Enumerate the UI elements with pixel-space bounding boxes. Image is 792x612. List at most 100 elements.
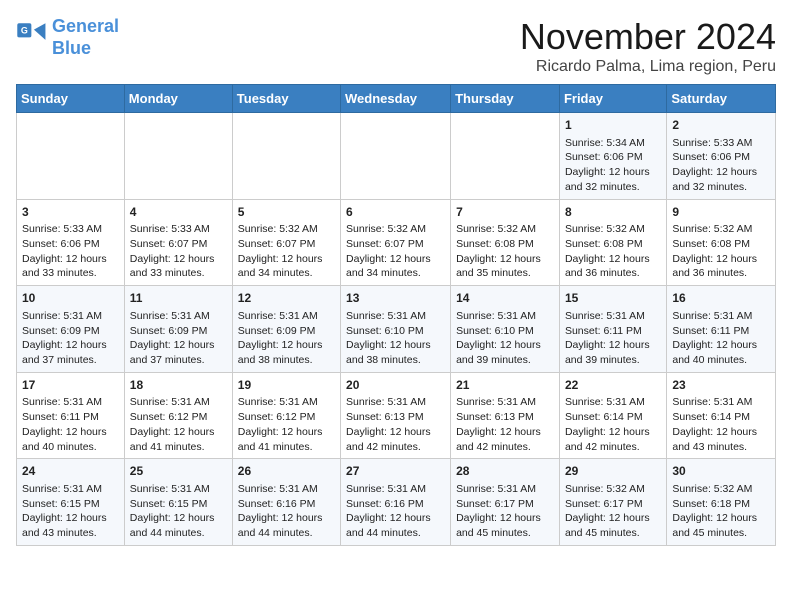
calendar-cell: 27Sunrise: 5:31 AMSunset: 6:16 PMDayligh… (341, 459, 451, 546)
calendar-cell: 6Sunrise: 5:32 AMSunset: 6:07 PMDaylight… (341, 199, 451, 286)
day-info: Sunrise: 5:32 AM (238, 222, 335, 237)
day-info: Sunset: 6:15 PM (22, 497, 119, 512)
day-info: Daylight: 12 hours and 34 minutes. (238, 252, 335, 281)
day-number: 23 (672, 377, 770, 394)
day-header-tuesday: Tuesday (232, 85, 340, 113)
day-info: Daylight: 12 hours and 38 minutes. (346, 338, 445, 367)
calendar-cell: 17Sunrise: 5:31 AMSunset: 6:11 PMDayligh… (17, 372, 125, 459)
day-info: Sunset: 6:12 PM (238, 410, 335, 425)
day-info: Daylight: 12 hours and 35 minutes. (456, 252, 554, 281)
day-info: Sunrise: 5:32 AM (565, 482, 661, 497)
calendar-cell: 1 Sunrise: 5:34 AMSunset: 6:06 PMDaylight… (559, 113, 666, 200)
calendar-cell: 22Sunrise: 5:31 AMSunset: 6:14 PMDayligh… (559, 372, 666, 459)
calendar-cell: 10Sunrise: 5:31 AMSunset: 6:09 PMDayligh… (17, 286, 125, 373)
calendar-cell: 8Sunrise: 5:32 AMSunset: 6:08 PMDaylight… (559, 199, 666, 286)
calendar-cell: 23Sunrise: 5:31 AMSunset: 6:14 PMDayligh… (667, 372, 776, 459)
day-number: 20 (346, 377, 445, 394)
day-number: 29 (565, 463, 661, 480)
day-info: Sunrise: 5:33 AM (672, 136, 770, 151)
day-info: Daylight: 12 hours and 39 minutes. (565, 338, 661, 367)
day-info: Sunrise: 5:31 AM (672, 395, 770, 410)
day-info: Sunrise: 5:31 AM (565, 309, 661, 324)
day-info: Sunset: 6:10 PM (456, 324, 554, 339)
day-number: 25 (130, 463, 227, 480)
calendar-cell: 25Sunrise: 5:31 AMSunset: 6:15 PMDayligh… (124, 459, 232, 546)
calendar-cell: 14Sunrise: 5:31 AMSunset: 6:10 PMDayligh… (451, 286, 560, 373)
day-info: Sunset: 6:18 PM (672, 497, 770, 512)
calendar-cell (451, 113, 560, 200)
day-info: Sunset: 6:12 PM (130, 410, 227, 425)
day-info: Sunset: 6:09 PM (238, 324, 335, 339)
day-number: 24 (22, 463, 119, 480)
logo-line2: Blue (52, 38, 91, 58)
day-info: Sunset: 6:16 PM (346, 497, 445, 512)
day-info: Sunset: 6:06 PM (565, 150, 661, 165)
calendar-table: SundayMondayTuesdayWednesdayThursdayFrid… (16, 84, 776, 546)
calendar-cell: 3Sunrise: 5:33 AMSunset: 6:06 PMDaylight… (17, 199, 125, 286)
day-info: Sunset: 6:07 PM (346, 237, 445, 252)
calendar-cell: 4Sunrise: 5:33 AMSunset: 6:07 PMDaylight… (124, 199, 232, 286)
day-number: 4 (130, 204, 227, 221)
day-number: 15 (565, 290, 661, 307)
calendar-cell: 19Sunrise: 5:31 AMSunset: 6:12 PMDayligh… (232, 372, 340, 459)
day-info: Sunset: 6:08 PM (565, 237, 661, 252)
calendar-cell: 30Sunrise: 5:32 AMSunset: 6:18 PMDayligh… (667, 459, 776, 546)
page-header: G General Blue November 2024 Ricardo Pal… (16, 16, 776, 76)
day-info: Daylight: 12 hours and 32 minutes. (565, 165, 661, 194)
day-number: 12 (238, 290, 335, 307)
calendar-week-row: 1Sunrise: 5:34 AMSunset: 6:06 PMDaylight… (17, 113, 776, 200)
day-info: Sunset: 6:14 PM (565, 410, 661, 425)
calendar-cell: 28Sunrise: 5:31 AMSunset: 6:17 PMDayligh… (451, 459, 560, 546)
day-number: 1 (565, 117, 661, 134)
day-info: Sunset: 6:08 PM (456, 237, 554, 252)
calendar-cell: 20Sunrise: 5:31 AMSunset: 6:13 PMDayligh… (341, 372, 451, 459)
day-info: Daylight: 12 hours and 44 minutes. (346, 511, 445, 540)
day-info: Sunrise: 5:31 AM (238, 395, 335, 410)
calendar-cell: 12Sunrise: 5:31 AMSunset: 6:09 PMDayligh… (232, 286, 340, 373)
title-block: November 2024 Ricardo Palma, Lima region… (520, 16, 776, 76)
day-info: Sunrise: 5:31 AM (130, 395, 227, 410)
day-number: 18 (130, 377, 227, 394)
day-header-friday: Friday (559, 85, 666, 113)
day-info: Daylight: 12 hours and 43 minutes. (672, 425, 770, 454)
day-info: Daylight: 12 hours and 42 minutes. (565, 425, 661, 454)
day-info: Sunset: 6:07 PM (130, 237, 227, 252)
day-info: Daylight: 12 hours and 43 minutes. (22, 511, 119, 540)
day-info: Sunset: 6:13 PM (456, 410, 554, 425)
calendar-cell: 26Sunrise: 5:31 AMSunset: 6:16 PMDayligh… (232, 459, 340, 546)
day-info: Sunrise: 5:31 AM (238, 482, 335, 497)
day-info: Sunrise: 5:34 AM (565, 136, 661, 151)
calendar-cell (17, 113, 125, 200)
day-info: Sunset: 6:11 PM (672, 324, 770, 339)
calendar-week-row: 24Sunrise: 5:31 AMSunset: 6:15 PMDayligh… (17, 459, 776, 546)
day-info: Sunset: 6:17 PM (456, 497, 554, 512)
day-info: Daylight: 12 hours and 40 minutes. (22, 425, 119, 454)
day-info: Sunrise: 5:31 AM (456, 395, 554, 410)
day-info: Daylight: 12 hours and 39 minutes. (456, 338, 554, 367)
calendar-week-row: 3Sunrise: 5:33 AMSunset: 6:06 PMDaylight… (17, 199, 776, 286)
day-number: 10 (22, 290, 119, 307)
day-header-saturday: Saturday (667, 85, 776, 113)
day-info: Daylight: 12 hours and 37 minutes. (130, 338, 227, 367)
day-header-thursday: Thursday (451, 85, 560, 113)
day-info: Sunrise: 5:31 AM (22, 482, 119, 497)
day-info: Sunset: 6:09 PM (22, 324, 119, 339)
calendar-cell: 2Sunrise: 5:33 AMSunset: 6:06 PMDaylight… (667, 113, 776, 200)
day-info: Sunrise: 5:33 AM (22, 222, 119, 237)
calendar-cell: 13Sunrise: 5:31 AMSunset: 6:10 PMDayligh… (341, 286, 451, 373)
day-number: 22 (565, 377, 661, 394)
day-info: Sunrise: 5:31 AM (130, 309, 227, 324)
calendar-cell (124, 113, 232, 200)
day-number: 8 (565, 204, 661, 221)
calendar-week-row: 10Sunrise: 5:31 AMSunset: 6:09 PMDayligh… (17, 286, 776, 373)
day-info: Sunset: 6:16 PM (238, 497, 335, 512)
day-number: 28 (456, 463, 554, 480)
day-info: Sunset: 6:06 PM (22, 237, 119, 252)
day-info: Daylight: 12 hours and 32 minutes. (672, 165, 770, 194)
day-info: Sunset: 6:06 PM (672, 150, 770, 165)
day-info: Sunrise: 5:32 AM (565, 222, 661, 237)
day-info: Sunrise: 5:31 AM (238, 309, 335, 324)
day-info: Sunset: 6:10 PM (346, 324, 445, 339)
day-info: Sunrise: 5:31 AM (672, 309, 770, 324)
day-info: Daylight: 12 hours and 37 minutes. (22, 338, 119, 367)
